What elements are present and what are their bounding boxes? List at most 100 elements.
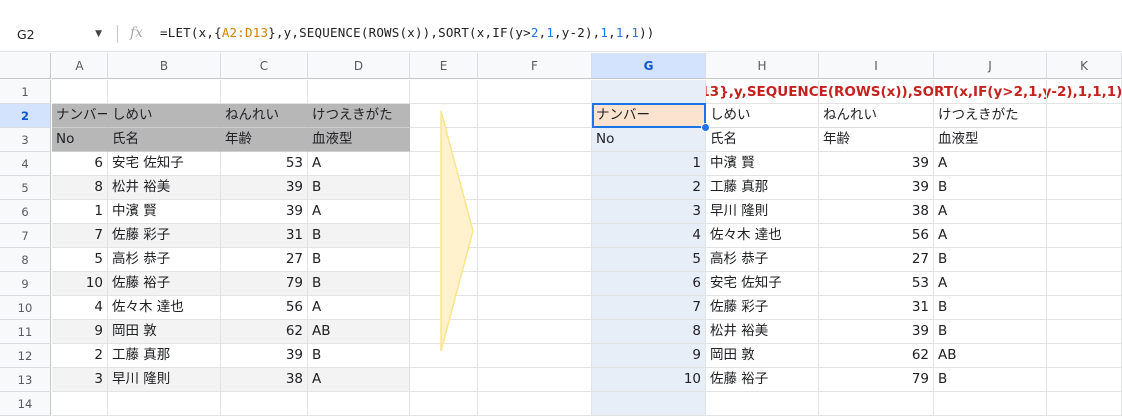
result-header-cell[interactable]: 氏名: [706, 128, 819, 152]
cell[interactable]: [410, 80, 478, 104]
result-data-cell[interactable]: AB: [934, 344, 1047, 368]
row-header-7[interactable]: 7: [0, 224, 51, 248]
result-data-cell[interactable]: 56: [819, 224, 934, 248]
column-header-e[interactable]: E: [410, 53, 478, 79]
result-data-cell[interactable]: A: [934, 200, 1047, 224]
source-data-cell[interactable]: 佐藤 裕子: [108, 272, 221, 296]
name-box[interactable]: G2 ▼: [0, 22, 112, 46]
select-all-corner[interactable]: [0, 53, 51, 79]
cell[interactable]: [1047, 200, 1122, 224]
chevron-down-icon[interactable]: ▼: [95, 29, 102, 39]
result-header-kana-cell[interactable]: けつえきがた: [934, 104, 1047, 128]
result-data-cell[interactable]: 6: [592, 272, 706, 296]
source-data-cell[interactable]: 31: [221, 224, 308, 248]
source-data-cell[interactable]: 8: [52, 176, 108, 200]
cell[interactable]: [478, 368, 592, 392]
source-data-cell[interactable]: 早川 隆則: [108, 368, 221, 392]
row-header-4[interactable]: 4: [0, 152, 51, 176]
result-data-cell[interactable]: 38: [819, 200, 934, 224]
source-data-cell[interactable]: 39: [221, 344, 308, 368]
cell[interactable]: [1047, 176, 1122, 200]
column-header-c[interactable]: C: [221, 53, 308, 79]
cell[interactable]: [1047, 344, 1122, 368]
source-data-cell[interactable]: 佐々木 達也: [108, 296, 221, 320]
result-data-cell[interactable]: 佐々木 達也: [706, 224, 819, 248]
column-header-k[interactable]: K: [1047, 53, 1122, 79]
cell[interactable]: [1047, 272, 1122, 296]
source-data-cell[interactable]: 5: [52, 248, 108, 272]
cell[interactable]: [478, 344, 592, 368]
cell[interactable]: [1047, 296, 1122, 320]
result-data-cell[interactable]: 5: [592, 248, 706, 272]
result-data-cell[interactable]: B: [934, 368, 1047, 392]
cell[interactable]: [478, 272, 592, 296]
column-header-b[interactable]: B: [108, 53, 221, 79]
cell[interactable]: [478, 152, 592, 176]
source-data-cell[interactable]: 中濱 賢: [108, 200, 221, 224]
cell[interactable]: [1047, 392, 1122, 416]
cell[interactable]: [410, 368, 478, 392]
cell[interactable]: [108, 80, 221, 104]
source-data-cell[interactable]: 2: [52, 344, 108, 368]
result-data-cell[interactable]: 1: [592, 152, 706, 176]
result-header-cell[interactable]: 年齢: [819, 128, 934, 152]
cell[interactable]: [478, 392, 592, 416]
cell[interactable]: [592, 392, 706, 416]
source-data-cell[interactable]: A: [308, 368, 410, 392]
source-data-cell[interactable]: 高杉 恭子: [108, 248, 221, 272]
source-header-cell[interactable]: No: [52, 128, 108, 152]
row-header-14[interactable]: 14: [0, 392, 51, 416]
result-header-kana-cell[interactable]: しめい: [706, 104, 819, 128]
cell[interactable]: [478, 80, 592, 104]
source-data-cell[interactable]: 9: [52, 320, 108, 344]
cell[interactable]: [52, 80, 108, 104]
cell[interactable]: [478, 248, 592, 272]
source-data-cell[interactable]: 56: [221, 296, 308, 320]
result-data-cell[interactable]: A: [934, 224, 1047, 248]
source-header-kana-cell[interactable]: ナンバー: [52, 104, 108, 128]
source-data-cell[interactable]: 6: [52, 152, 108, 176]
cell[interactable]: [1047, 128, 1122, 152]
source-data-cell[interactable]: A: [308, 200, 410, 224]
cell[interactable]: [1047, 248, 1122, 272]
row-header-8[interactable]: 8: [0, 248, 51, 272]
source-data-cell[interactable]: B: [308, 344, 410, 368]
source-data-cell[interactable]: 38: [221, 368, 308, 392]
cell[interactable]: [221, 80, 308, 104]
source-data-cell[interactable]: 岡田 敦: [108, 320, 221, 344]
result-data-cell[interactable]: 9: [592, 344, 706, 368]
source-header-kana-cell[interactable]: しめい: [108, 104, 221, 128]
source-data-cell[interactable]: A: [308, 296, 410, 320]
result-data-cell[interactable]: 松井 裕美: [706, 320, 819, 344]
source-data-cell[interactable]: 4: [52, 296, 108, 320]
source-header-kana-cell[interactable]: けつえきがた: [308, 104, 410, 128]
result-data-cell[interactable]: 53: [819, 272, 934, 296]
selected-cell[interactable]: ナンバー: [592, 104, 706, 128]
source-data-cell[interactable]: 1: [52, 200, 108, 224]
cell[interactable]: [478, 200, 592, 224]
cell[interactable]: [1047, 320, 1122, 344]
cell[interactable]: [308, 392, 410, 416]
cell[interactable]: [934, 392, 1047, 416]
source-data-cell[interactable]: 39: [221, 200, 308, 224]
source-data-cell[interactable]: 27: [221, 248, 308, 272]
cell[interactable]: [1047, 104, 1122, 128]
source-data-cell[interactable]: 62: [221, 320, 308, 344]
column-header-d[interactable]: D: [308, 53, 410, 79]
result-data-cell[interactable]: 工藤 真那: [706, 176, 819, 200]
source-data-cell[interactable]: B: [308, 176, 410, 200]
source-data-cell[interactable]: 3: [52, 368, 108, 392]
source-data-cell[interactable]: 工藤 真那: [108, 344, 221, 368]
result-data-cell[interactable]: 佐藤 裕子: [706, 368, 819, 392]
result-header-cell[interactable]: 血液型: [934, 128, 1047, 152]
result-data-cell[interactable]: B: [934, 176, 1047, 200]
result-data-cell[interactable]: 31: [819, 296, 934, 320]
result-data-cell[interactable]: 中濱 賢: [706, 152, 819, 176]
result-data-cell[interactable]: 10: [592, 368, 706, 392]
result-data-cell[interactable]: 2: [592, 176, 706, 200]
result-data-cell[interactable]: A: [934, 272, 1047, 296]
cell[interactable]: [819, 80, 934, 104]
result-data-cell[interactable]: 7: [592, 296, 706, 320]
source-header-kana-cell[interactable]: ねんれい: [221, 104, 308, 128]
source-data-cell[interactable]: 79: [221, 272, 308, 296]
